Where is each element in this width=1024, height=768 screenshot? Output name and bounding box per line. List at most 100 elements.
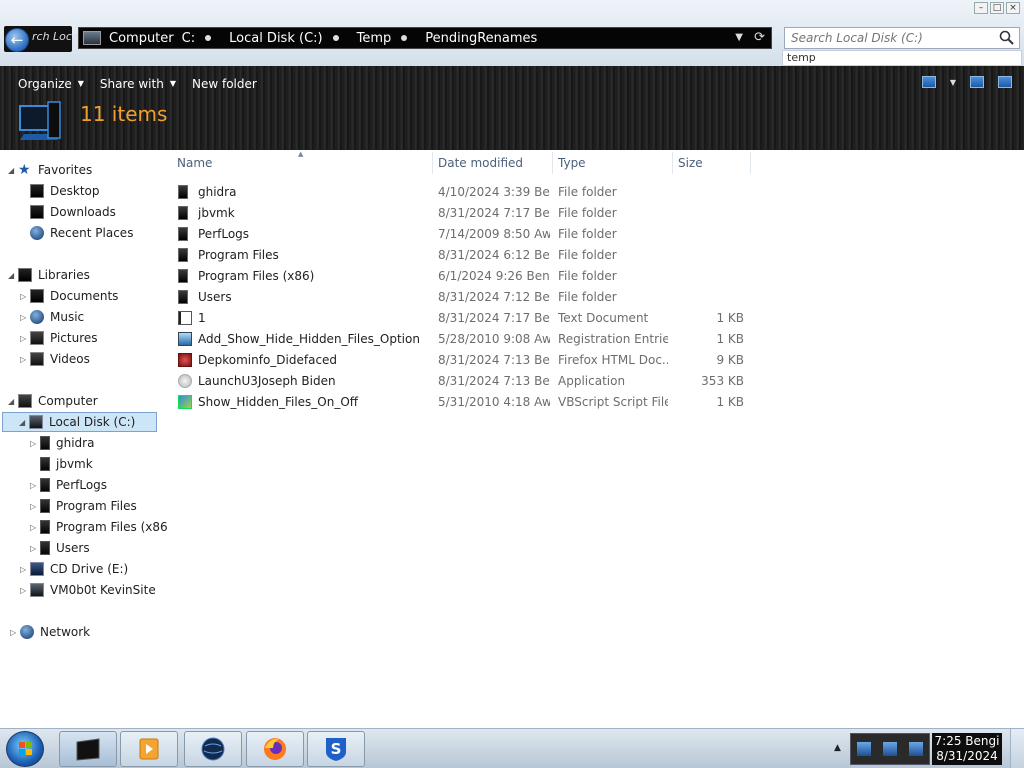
breadcrumb-c[interactable]: C:	[182, 31, 221, 46]
expand-arrow-icon[interactable]: ▷	[20, 355, 30, 364]
sidebar-item-computer[interactable]: ◢ Computer	[8, 391, 98, 411]
column-divider[interactable]	[552, 152, 553, 174]
expand-arrow-icon[interactable]: ▷	[20, 313, 30, 322]
expand-arrow-icon[interactable]: ▷	[20, 334, 30, 343]
file-name: Depkominfo_Didefaced	[198, 353, 338, 367]
refresh-icon[interactable]: ⟳	[754, 30, 765, 45]
clock[interactable]: 7:25 Bengi 8/31/2024	[932, 733, 1002, 765]
sidebar-item-ghidra[interactable]: ▷ ghidra	[30, 433, 94, 453]
sidebar-item-perflogs[interactable]: ▷ PerfLogs	[30, 475, 107, 495]
folder-icon	[178, 248, 188, 262]
preview-pane-icon[interactable]	[970, 76, 984, 88]
expand-arrow-icon[interactable]: ▷	[20, 586, 30, 595]
new-folder-button[interactable]: New folder	[184, 74, 265, 94]
network-status-icon[interactable]	[883, 742, 897, 756]
sidebar-item-cd-drive[interactable]: ▷ CD Drive (E:)	[20, 559, 128, 579]
table-row[interactable]: Program Files 8/31/2024 6:12 Be... File …	[170, 245, 770, 266]
address-dropdown-icon[interactable]: ▼	[735, 32, 743, 43]
back-button[interactable]: ←	[5, 28, 29, 52]
expand-arrow-icon[interactable]: ▷	[30, 544, 40, 553]
organize-button[interactable]: Organize ▼	[10, 74, 92, 94]
share-with-button[interactable]: Share with ▼	[92, 74, 184, 94]
disk-icon	[29, 415, 43, 429]
table-row[interactable]: PerfLogs 7/14/2009 8:50 Aw... File folde…	[170, 224, 770, 245]
table-row[interactable]: Show_Hidden_Files_On_Off 5/31/2010 4:18 …	[170, 392, 770, 413]
sidebar-item-program-files[interactable]: ▷ Program Files	[30, 496, 137, 516]
address-bar[interactable]: Computer C: Local Disk (C:) Temp Pending…	[78, 27, 772, 49]
search-icon[interactable]	[999, 30, 1015, 46]
start-button[interactable]	[6, 731, 44, 767]
expand-arrow-icon[interactable]: ▷	[20, 292, 30, 301]
sidebar-item-vm-drive[interactable]: ▷ VM0b0t KevinSite	[20, 580, 156, 600]
sidebar-item-pictures[interactable]: ▷ Pictures	[20, 328, 98, 348]
sidebar-item-recent-places[interactable]: Recent Places	[30, 223, 133, 243]
expand-arrow-icon[interactable]: ◢	[19, 418, 29, 427]
table-row[interactable]: LaunchU3Joseph Biden 8/31/2024 7:13 Be..…	[170, 371, 770, 392]
search-box[interactable]	[784, 27, 1020, 49]
table-row[interactable]: ghidra 4/10/2024 3:39 Be... File folder	[170, 182, 770, 203]
taskbar-firefox-button[interactable]	[246, 731, 304, 767]
media-player-icon	[139, 738, 159, 760]
sidebar-item-downloads[interactable]: Downloads	[30, 202, 116, 222]
sidebar-item-network[interactable]: ▷ Network	[10, 622, 90, 642]
search-input[interactable]	[785, 31, 985, 45]
expand-arrow-icon[interactable]: ◢	[8, 271, 18, 280]
table-row[interactable]: Add_Show_Hide_Hidden_Files_Option 5/28/2…	[170, 329, 770, 350]
show-hidden-icons-icon[interactable]: ▲	[834, 743, 841, 753]
taskbar-globe-button[interactable]	[184, 731, 242, 767]
taskbar-media-player-button[interactable]	[120, 731, 178, 767]
expand-arrow-icon[interactable]: ▷	[10, 628, 20, 637]
volume-icon[interactable]	[909, 742, 923, 756]
sidebar-item-documents[interactable]: ▷ Documents	[20, 286, 118, 306]
taskbar-explorer-button[interactable]	[59, 731, 117, 767]
breadcrumb-pending-renames[interactable]: PendingRenames	[425, 31, 537, 46]
sidebar-item-users[interactable]: ▷ Users	[30, 538, 90, 558]
sidebar-item-videos[interactable]: ▷ Videos	[20, 349, 90, 369]
close-button[interactable]: ×	[1006, 2, 1020, 14]
expand-arrow-icon[interactable]: ▷	[20, 565, 30, 574]
expand-arrow-icon[interactable]: ◢	[8, 397, 18, 406]
sidebar-item-local-disk[interactable]: ◢ Local Disk (C:)	[2, 412, 157, 432]
column-header-type[interactable]: Type	[558, 156, 586, 172]
help-icon[interactable]	[998, 76, 1012, 88]
tray-app-icon[interactable]	[857, 742, 871, 756]
folder-icon	[178, 269, 188, 283]
sidebar-item-jbvmk[interactable]: jbvmk	[30, 454, 93, 474]
table-row[interactable]: Users 8/31/2024 7:12 Be... File folder	[170, 287, 770, 308]
breadcrumb-temp[interactable]: Temp	[357, 31, 418, 46]
expand-arrow-icon[interactable]: ▷	[30, 481, 40, 490]
column-divider[interactable]	[750, 152, 751, 174]
sidebar-item-program-files-x86[interactable]: ▷ Program Files (x86	[30, 517, 168, 537]
table-row[interactable]: Program Files (x86) 6/1/2024 9:26 Bengi …	[170, 266, 770, 287]
sidebar-item-desktop[interactable]: Desktop	[30, 181, 100, 201]
file-date: 5/28/2010 9:08 Aw...	[438, 332, 550, 346]
column-header-name[interactable]: Name	[177, 156, 212, 172]
chevron-down-icon[interactable]: ▼	[950, 78, 956, 87]
table-row[interactable]: Depkominfo_Didefaced 8/31/2024 7:13 Be..…	[170, 350, 770, 371]
sidebar-item-favorites[interactable]: ◢ ★ Favorites	[8, 160, 92, 180]
table-row[interactable]: 1 8/31/2024 7:17 Be... Text Document 1 K…	[170, 308, 770, 329]
column-divider[interactable]	[672, 152, 673, 174]
expand-arrow-icon[interactable]: ◢	[8, 166, 18, 175]
chevron-down-icon: ▼	[77, 79, 84, 88]
maximize-button[interactable]: □	[990, 2, 1004, 14]
breadcrumb-computer[interactable]: Computer	[109, 31, 174, 46]
breadcrumb-local-disk[interactable]: Local Disk (C:)	[229, 31, 348, 46]
search-suggestion[interactable]: temp	[782, 50, 1022, 66]
column-header-size[interactable]: Size	[678, 156, 703, 172]
firefox-icon	[264, 738, 286, 760]
expand-arrow-icon[interactable]: ▷	[30, 502, 40, 511]
minimize-button[interactable]: –	[974, 2, 988, 14]
column-divider[interactable]	[432, 152, 433, 174]
column-header-date[interactable]: Date modified	[438, 156, 523, 172]
sidebar-label: VM0b0t KevinSite	[50, 583, 156, 597]
show-desktop-button[interactable]	[1010, 729, 1024, 768]
expand-arrow-icon[interactable]: ▷	[30, 523, 40, 532]
expand-arrow-icon[interactable]: ▷	[30, 439, 40, 448]
change-view-icon[interactable]	[921, 76, 936, 88]
sidebar-item-music[interactable]: ▷ Music	[20, 307, 84, 327]
arrow-left-icon: ←	[10, 31, 24, 49]
sidebar-item-libraries[interactable]: ◢ Libraries	[8, 265, 90, 285]
table-row[interactable]: jbvmk 8/31/2024 7:17 Be... File folder	[170, 203, 770, 224]
taskbar-sophos-button[interactable]: S	[307, 731, 365, 767]
